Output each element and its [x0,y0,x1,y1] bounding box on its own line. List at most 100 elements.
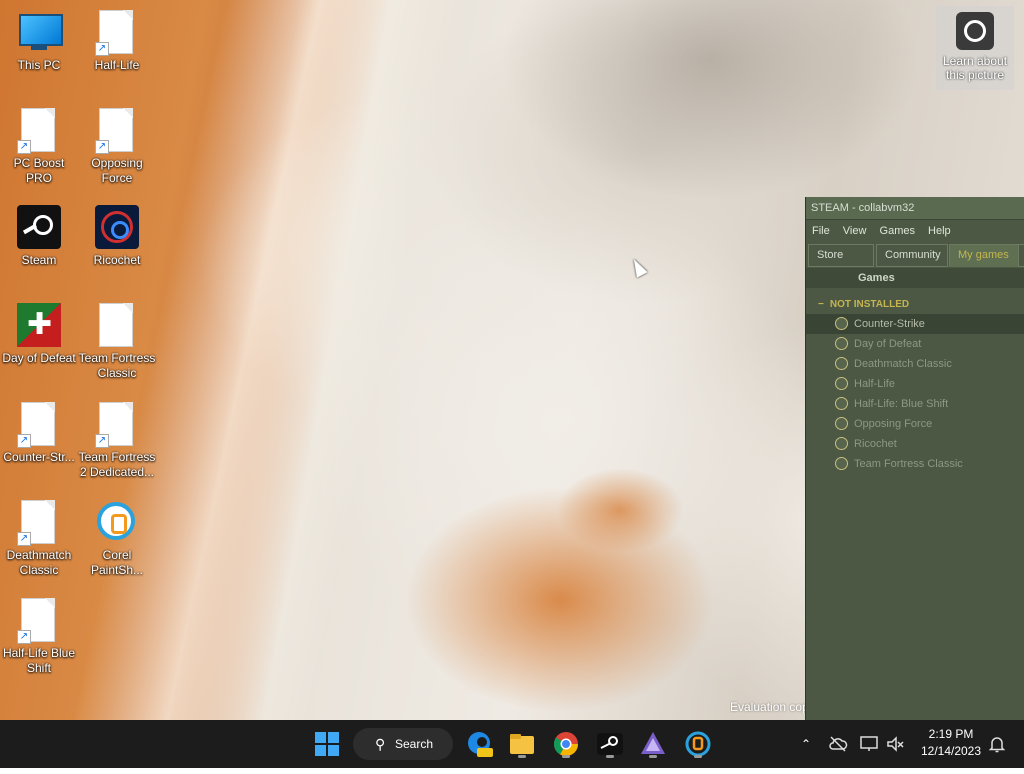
running-indicator [606,755,614,758]
clock-date: 12/14/2023 [920,744,982,758]
day-of-defeat-icon [15,301,63,349]
game-row-half-life-blue-shift[interactable]: Half-Life: Blue Shift [806,394,1024,414]
wallpaper-shadow [500,0,920,200]
desktop-icon-half-life-blue-shift[interactable]: ↗ Half-Life Blue Shift [0,596,79,676]
ricochet-icon [93,203,141,251]
edge-preview-icon [468,732,493,757]
learn-about-picture-button[interactable]: Learn about this picture [936,6,1014,90]
taskbar-steam[interactable] [594,728,626,760]
notification-bell-icon[interactable] [986,720,1008,768]
steam-menu-bar: File View Games Help [806,220,1024,242]
desktop-icon-label: Steam [21,253,57,267]
game-name: Opposing Force [854,418,933,430]
taskbar-affinity[interactable] [637,728,669,760]
steam-tabs: Store Community My games [806,242,1024,268]
games-column-header[interactable]: Games [806,268,1024,288]
taskbar-edge-preview[interactable] [463,728,495,760]
desktop-icon-ricochet[interactable]: Ricochet [77,203,157,268]
desktop-icon-deathmatch-classic[interactable]: ↗ Deathmatch Classic [0,498,79,578]
desktop-icon-label: Half-Life [94,58,140,72]
desktop-icon-label: PC Boost PRO [13,156,65,185]
running-indicator [694,755,702,758]
taskbar-chrome[interactable] [550,728,582,760]
desktop-icon-label: Team Fortress Classic [78,351,156,380]
windows-logo-icon [328,732,339,743]
speaker-muted-icon [887,736,904,752]
desktop-icon-label: Half-Life Blue Shift [2,646,76,675]
game-row-half-life[interactable]: Half-Life [806,374,1024,394]
chevron-up-icon[interactable]: ⌃ [796,720,816,768]
document-shortcut-icon: ↗ [15,400,63,448]
day-of-defeat-icon [835,337,848,350]
taskbar-search[interactable]: ⚲ Search [353,728,453,760]
desktop-icon-half-life[interactable]: ↗ Half-Life [77,8,157,73]
game-name: Deathmatch Classic [854,358,952,370]
desktop-icon-team-fortress-classic[interactable]: Team Fortress Classic [77,301,157,381]
game-row-ricochet[interactable]: Ricochet [806,434,1024,454]
desktop-icon-label: This PC [17,58,61,72]
running-indicator [518,755,526,758]
ricochet-icon [835,437,848,450]
windows-logo-icon [315,745,326,756]
onedrive-off-icon[interactable] [826,720,850,768]
tab-store[interactable]: Store [808,244,874,267]
search-label: Search [395,737,434,751]
desktop-icon-label: Deathmatch Classic [6,548,72,577]
cloud-off-icon [829,736,848,752]
team-fortress-classic-icon [835,457,848,470]
tab-my-games[interactable]: My games [949,244,1019,267]
start-button[interactable] [315,732,339,756]
desktop-icon-corel-paintshop[interactable]: Corel PaintSh... [77,498,157,578]
this-pc-icon [15,8,63,56]
game-row-day-of-defeat[interactable]: Day of Defeat [806,334,1024,354]
document-shortcut-icon: ↗ [93,106,141,154]
document-shortcut-icon: ↗ [15,596,63,644]
taskbar-file-explorer[interactable] [506,728,538,760]
game-row-team-fortress-classic[interactable]: Team Fortress Classic [806,454,1024,474]
desktop-icon-pc-boost-pro[interactable]: ↗ PC Boost PRO [0,106,79,186]
game-name: Ricochet [854,438,897,450]
game-row-counter-strike[interactable]: Counter-Strike [806,314,1024,334]
game-name: Half-Life: Blue Shift [854,398,949,410]
desktop-icon-day-of-defeat[interactable]: Day of Defeat [0,301,79,366]
section-not-installed[interactable]: − NOT INSTALLED [806,296,1024,314]
running-indicator [562,755,570,758]
tab-community[interactable]: Community [876,244,948,267]
steam-title-bar[interactable]: STEAM - collabvm32 [806,197,1024,220]
desktop-icon-opposing-force[interactable]: ↗ Opposing Force [77,106,157,186]
search-icon: ⚲ [375,736,386,752]
learn-about-picture-label: Learn about this picture [942,54,1008,82]
document-shortcut-icon: ↗ [93,400,141,448]
desktop-icon-steam[interactable]: Steam [0,203,79,268]
monitor-network-icon [860,736,878,751]
taskbar-corel-paintshop[interactable] [682,728,714,760]
game-name: Half-Life [854,378,895,390]
desktop-icon-label: Ricochet [93,253,141,267]
menu-games[interactable]: Games [880,225,915,237]
desktop-icon-tf2-dedicated[interactable]: ↗ Team Fortress 2 Dedicated... [77,400,157,480]
steam-window[interactable]: STEAM - collabvm32 File View Games Help … [805,197,1024,720]
document-shortcut-icon: ↗ [15,498,63,546]
document-shortcut-icon: ↗ [93,8,141,56]
section-label: NOT INSTALLED [829,299,910,310]
desktop-icon-counter-strike[interactable]: ↗ Counter-Str... [0,400,79,465]
camera-icon [956,12,994,50]
desktop-icon-label: Team Fortress 2 Dedicated... [78,450,156,479]
desktop-icon-label: Counter-Str... [3,450,75,464]
menu-view[interactable]: View [843,225,867,237]
menu-file[interactable]: File [812,225,830,237]
desktop-icon-this-pc[interactable]: This PC [0,8,79,73]
blue-shift-icon [835,397,848,410]
desktop-icon-label: Opposing Force [91,156,143,185]
evaluation-watermark: Evaluation cop [730,700,805,714]
game-row-opposing-force[interactable]: Opposing Force [806,414,1024,434]
system-clock[interactable]: 2:19 PM 12/14/2023 [916,726,986,760]
network-icon[interactable] [858,720,880,768]
game-row-deathmatch-classic[interactable]: Deathmatch Classic [806,354,1024,374]
tab-overflow[interactable] [1018,244,1024,267]
collapse-icon[interactable]: − [818,299,824,310]
volume-muted-icon[interactable] [884,720,906,768]
corel-paintshop-icon [93,498,141,546]
menu-help[interactable]: Help [928,225,951,237]
deathmatch-classic-icon [835,357,848,370]
